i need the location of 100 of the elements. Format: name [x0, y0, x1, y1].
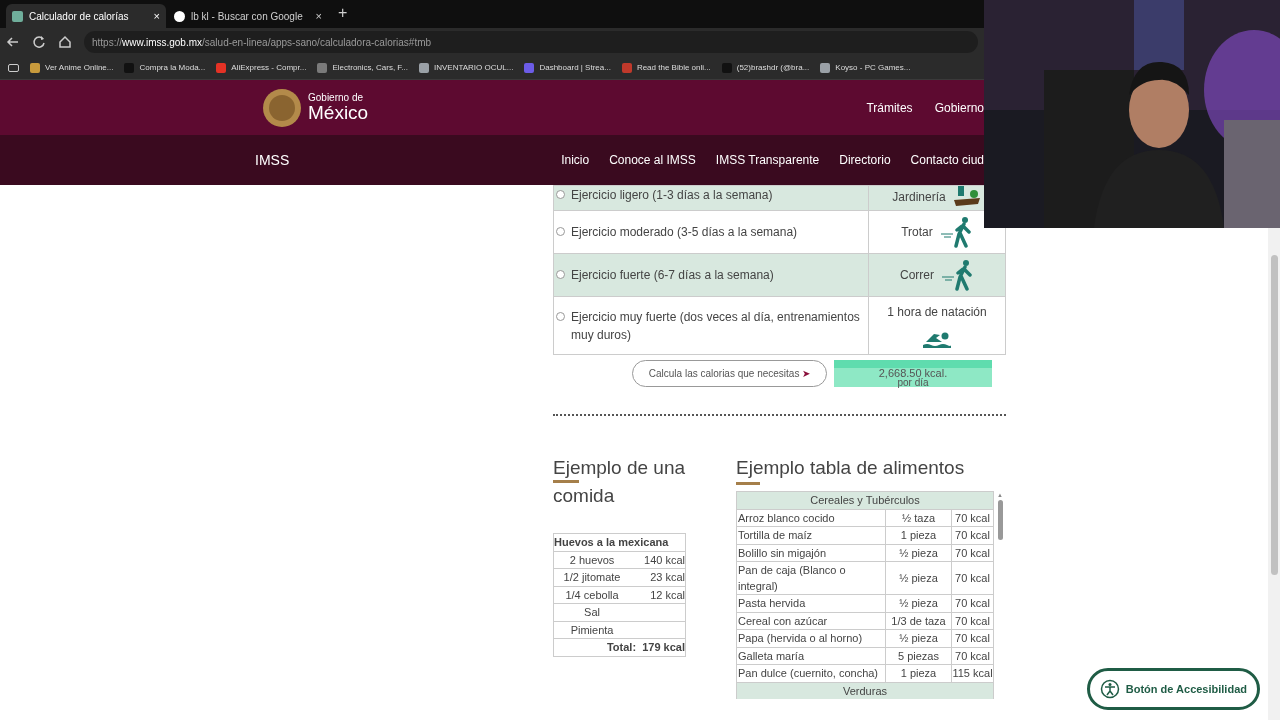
table-cell: Cereal con azúcar: [736, 612, 886, 630]
table-cell: 1/4 cebolla: [553, 586, 631, 604]
table-cell: Papa (hervida o al horno): [736, 629, 886, 647]
close-icon[interactable]: ×: [315, 7, 322, 25]
logo-text: México: [308, 103, 369, 122]
table-cell: Bolillo sin migajón: [736, 544, 886, 562]
site-name[interactable]: IMSS: [255, 149, 290, 171]
page-scrollbar[interactable]: [1268, 228, 1280, 720]
site-icon: [174, 10, 185, 22]
dish-name: Huevos a la mexicana: [553, 533, 686, 551]
bookmark[interactable]: (52)brashdr (@bra...: [721, 61, 810, 74]
table-cell: 2 huevos: [553, 551, 631, 569]
table-cell: ½ pieza: [885, 561, 952, 595]
bookmark-label: (52)brashdr (@bra...: [736, 61, 810, 74]
radio-button[interactable]: [556, 190, 565, 199]
bookmark[interactable]: AliExpress - Compr...: [216, 61, 307, 74]
activity-label: Ejercicio ligero (1-3 días a la semana): [571, 187, 774, 204]
section-heading: Ejemplo tabla de alimentos: [736, 456, 966, 480]
table-cell: 70 kcal: [951, 594, 994, 612]
table-cell: 70 kcal: [951, 629, 994, 647]
example-label: Trotar: [901, 224, 933, 241]
table-cell: Pimienta: [553, 621, 631, 639]
bookmark[interactable]: Dashboard | Strea...: [524, 61, 611, 74]
address-bar[interactable]: https://www.imss.gob.mx/salud-en-linea/apps-sano/calculadora-calorias#tmb: [84, 31, 978, 53]
activity-label: Ejercicio moderado (3-5 días a la semana): [571, 224, 799, 241]
url-text: https://www.imss.gob.mx/salud-en-linea/apps-sano/calculadora-calorias#tmb: [92, 35, 432, 50]
table-cell: 70 kcal: [951, 544, 994, 562]
result-value: 2,668.50 kcal.: [878, 368, 948, 378]
calculate-button[interactable]: Calcula las calorias que necesitas ➤: [632, 360, 827, 387]
table-cell: 5 piezas: [885, 647, 952, 665]
tab-title: Calculador de calorías: [29, 9, 130, 24]
example-label: Jardinería: [892, 189, 946, 206]
table-cell: 70 kcal: [951, 561, 994, 595]
table-cell: 115 kcal: [951, 664, 994, 682]
bookmark[interactable]: Compra la Moda...: [124, 61, 206, 74]
close-icon[interactable]: ×: [153, 7, 160, 25]
table-cell: Pan dulce (cuernito, concha): [736, 664, 886, 682]
table-cell: 70 kcal: [951, 526, 994, 544]
header-link[interactable]: Trámites: [866, 98, 913, 117]
radio-button[interactable]: [556, 270, 565, 279]
gardener-icon: [951, 186, 982, 208]
example-label: 1 hora de natación: [887, 303, 987, 321]
radio-button[interactable]: [556, 311, 565, 321]
bookmark[interactable]: Electronics, Cars, F...: [317, 61, 408, 74]
table-cell: ½ pieza: [885, 544, 952, 562]
bookmark-label: Koyso - PC Games...: [835, 61, 911, 74]
home-icon[interactable]: [58, 35, 72, 49]
bookmark-label: Read the Bible onli...: [636, 61, 711, 74]
bookmarks-icon[interactable]: [8, 63, 19, 72]
example-label: Correr: [900, 267, 934, 284]
activity-label: Ejercicio muy fuerte (dos veces al día, entrenamientos muy duros): [571, 308, 861, 344]
nav-link[interactable]: Conoce al IMSS: [609, 151, 696, 169]
table-cell: Tortilla de maíz: [736, 526, 886, 544]
table-cell: 70 kcal: [951, 647, 994, 665]
bookmark-label: INVENTARIO OCUL...: [434, 61, 514, 74]
bookmark[interactable]: INVENTARIO OCUL...: [419, 61, 514, 74]
section-heading: Ejemplo de una comida: [553, 456, 686, 508]
browser-tab[interactable]: Calculador de calorías ×: [6, 4, 166, 28]
tab-title: lb kl - Buscar con Google: [191, 9, 304, 24]
table-cell: Pasta hervida: [736, 594, 886, 612]
walking-person-icon: [938, 216, 973, 248]
bookmark[interactable]: Koyso - PC Games...: [820, 61, 911, 74]
nav-link[interactable]: Inicio: [561, 151, 590, 169]
table-cell: Arroz blanco cocido: [736, 509, 886, 527]
table-cell: ½ pieza: [885, 594, 952, 612]
table-cell: 1/2 jitomate: [553, 568, 631, 586]
radio-button[interactable]: [556, 227, 565, 236]
logo-text: Gobierno de: [308, 93, 365, 103]
emblem-icon: [262, 87, 302, 128]
table-cell: 12 kcal: [630, 586, 686, 604]
bookmark-label: Compra la Moda...: [139, 61, 206, 74]
table-cell: 1 pieza: [885, 526, 952, 544]
header-link[interactable]: Gobierno: [934, 98, 984, 117]
table-cell: ½ taza: [885, 509, 952, 527]
reload-icon[interactable]: [32, 35, 46, 49]
browser-tab[interactable]: lb kl - Buscar con Google ×: [168, 4, 328, 28]
table-cell: Galleta maría: [736, 647, 886, 665]
bookmark-label: Electronics, Cars, F...: [332, 61, 408, 74]
table-cell: Sal: [553, 603, 631, 621]
accessibility-button[interactable]: Botón de Accesibilidad: [1086, 668, 1260, 710]
table-cell: 1 pieza: [885, 664, 952, 682]
site-icon: [12, 10, 23, 22]
bookmark[interactable]: Read the Bible onli...: [621, 61, 711, 74]
bookmark-label: Dashboard | Strea...: [539, 61, 611, 74]
nav-link[interactable]: IMSS Transparente: [715, 151, 820, 169]
bookmark[interactable]: Ver Anime Online...: [30, 61, 114, 74]
table-cell: 23 kcal: [630, 568, 686, 586]
group-heading: Cereales y Tubérculos: [736, 491, 994, 509]
new-tab-button[interactable]: +: [330, 1, 356, 28]
table-cell: 1/3 de taza: [885, 612, 952, 630]
walking-person-icon: [940, 259, 974, 291]
meal-total: Total: 179 kcal: [553, 638, 686, 656]
nav-link[interactable]: Contacto ciud: [910, 151, 984, 169]
back-icon[interactable]: [6, 35, 20, 49]
accessibility-icon: [1099, 679, 1120, 699]
bookmark-label: Ver Anime Online...: [45, 61, 114, 74]
result-unit: por día: [897, 377, 929, 387]
nav-link[interactable]: Directorio: [839, 151, 891, 169]
activity-label: Ejercicio fuerte (6-7 días a la semana): [571, 267, 775, 284]
bookmark-label: AliExpress - Compr...: [231, 61, 307, 74]
